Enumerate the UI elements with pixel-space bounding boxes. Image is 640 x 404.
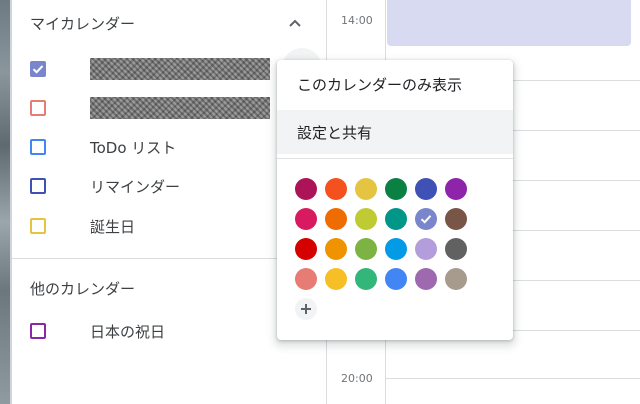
color-swatch[interactable] bbox=[355, 178, 377, 200]
color-swatch[interactable] bbox=[445, 238, 467, 260]
calendar-label: 日本の祝日 bbox=[90, 322, 166, 341]
my-calendars-header[interactable]: マイカレンダー bbox=[30, 13, 135, 34]
color-swatch[interactable] bbox=[445, 268, 467, 290]
color-swatch[interactable] bbox=[415, 178, 437, 200]
calendar-label: リマインダー bbox=[90, 177, 181, 196]
calendar-label: ToDo リスト bbox=[90, 138, 177, 157]
color-swatch[interactable] bbox=[385, 268, 407, 290]
redacted-calendar-name bbox=[90, 58, 270, 80]
color-swatch[interactable] bbox=[325, 208, 347, 230]
settings-and-sharing-item[interactable]: 設定と共有 bbox=[277, 110, 513, 154]
time-label-14: 14:00 bbox=[341, 14, 373, 27]
add-custom-color-button[interactable] bbox=[295, 298, 317, 320]
calendar-checkbox[interactable] bbox=[30, 218, 46, 234]
plus-icon bbox=[301, 304, 311, 314]
color-swatch[interactable] bbox=[295, 268, 317, 290]
desktop-wallpaper-strip bbox=[0, 0, 12, 404]
color-swatch[interactable] bbox=[385, 208, 407, 230]
color-swatch[interactable] bbox=[325, 238, 347, 260]
color-swatch[interactable] bbox=[385, 178, 407, 200]
calendar-checkbox[interactable] bbox=[30, 61, 46, 77]
calendar-checkbox[interactable] bbox=[30, 323, 46, 339]
other-calendars-header[interactable]: 他のカレンダー bbox=[30, 278, 135, 299]
color-swatch[interactable] bbox=[295, 208, 317, 230]
collapse-my-calendars-button[interactable] bbox=[282, 10, 308, 36]
event-block[interactable] bbox=[387, 0, 631, 46]
color-swatch[interactable] bbox=[325, 178, 347, 200]
checkmark-icon bbox=[420, 215, 432, 224]
chevron-up-icon bbox=[289, 19, 301, 27]
calendar-options-menu: このカレンダーのみ表示 設定と共有 bbox=[277, 60, 513, 340]
color-swatch[interactable] bbox=[355, 268, 377, 290]
color-swatch[interactable] bbox=[445, 208, 467, 230]
color-swatch[interactable] bbox=[295, 178, 317, 200]
color-swatch[interactable] bbox=[295, 238, 317, 260]
display-this-only-item[interactable]: このカレンダーのみ表示 bbox=[277, 62, 513, 106]
color-swatch[interactable] bbox=[355, 208, 377, 230]
calendar-checkbox[interactable] bbox=[30, 139, 46, 155]
calendar-label: 誕生日 bbox=[90, 217, 136, 236]
color-swatch[interactable] bbox=[415, 268, 437, 290]
color-swatch[interactable] bbox=[445, 178, 467, 200]
calendar-checkbox[interactable] bbox=[30, 100, 46, 116]
calendar-checkbox[interactable] bbox=[30, 178, 46, 194]
menu-divider bbox=[277, 158, 513, 159]
time-label-20: 20:00 bbox=[341, 372, 373, 385]
color-swatch[interactable] bbox=[385, 238, 407, 260]
redacted-calendar-name bbox=[90, 97, 270, 119]
color-swatch[interactable] bbox=[415, 208, 437, 230]
color-swatch[interactable] bbox=[355, 238, 377, 260]
color-swatch[interactable] bbox=[415, 238, 437, 260]
hour-line bbox=[385, 378, 640, 379]
color-swatch[interactable] bbox=[325, 268, 347, 290]
